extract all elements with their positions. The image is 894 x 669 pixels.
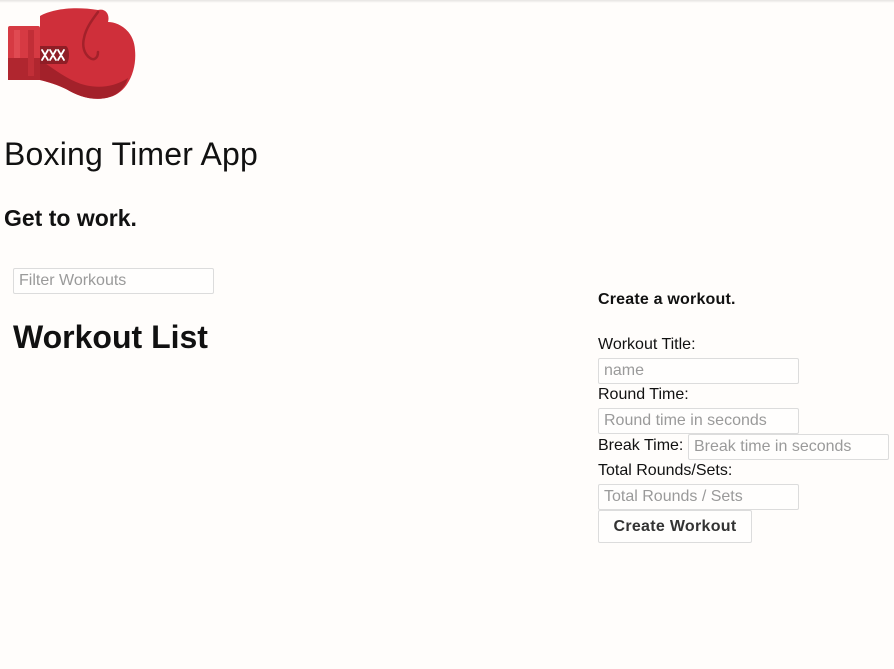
workout-title-input[interactable] (598, 358, 799, 384)
create-workout-heading: Create a workout. (598, 291, 736, 308)
round-time-input[interactable] (598, 408, 799, 434)
filter-workouts-input[interactable] (13, 268, 214, 294)
workout-title-label: Workout Title: (598, 336, 696, 353)
round-time-label: Round Time: (598, 386, 689, 403)
break-time-input[interactable] (688, 434, 889, 460)
app-title: Boxing Timer App (4, 136, 258, 172)
total-rounds-label: Total Rounds/Sets: (598, 462, 733, 479)
top-shadow (0, 0, 894, 3)
total-rounds-input[interactable] (598, 484, 799, 510)
break-time-label: Break Time: (598, 437, 684, 454)
create-workout-form: Create a workout. Workout Title: Round T… (598, 288, 894, 558)
create-workout-button[interactable]: Create Workout (598, 510, 752, 543)
app-subtitle: Get to work. (4, 205, 137, 231)
page: Boxing Timer App Get to work. Workout Li… (0, 0, 894, 669)
boxing-glove-icon (6, 6, 138, 100)
workout-list-heading: Workout List (13, 319, 208, 355)
